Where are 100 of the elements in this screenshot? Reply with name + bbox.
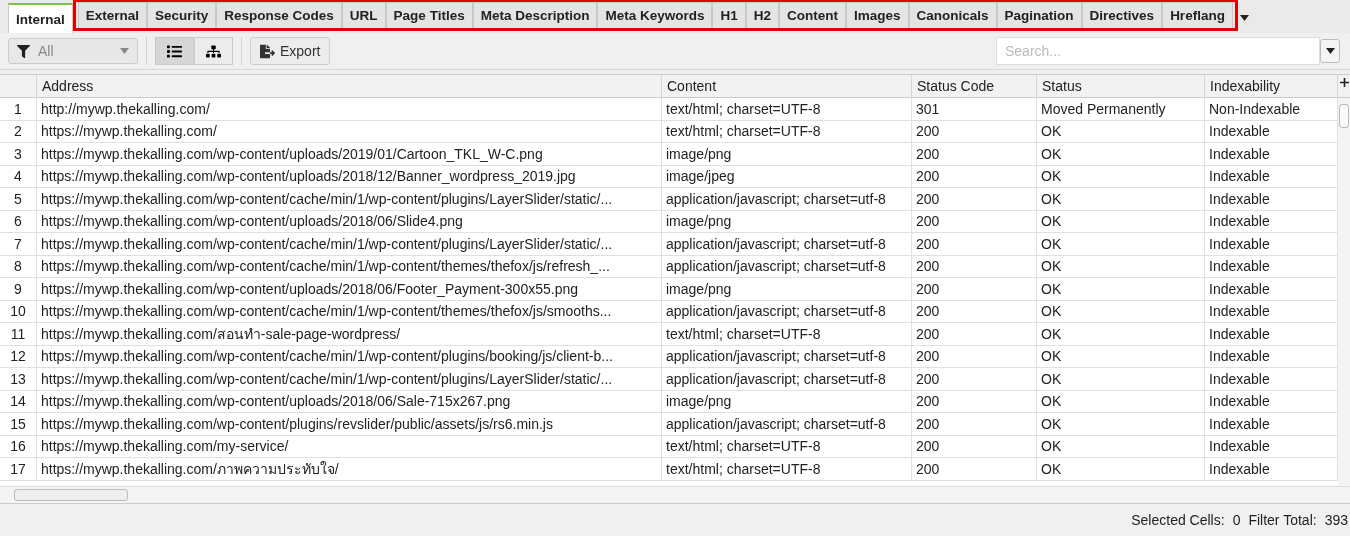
tab[interactable]: Security [147, 2, 217, 28]
search-field[interactable]: Search... [996, 37, 1320, 65]
table-cell: https://mywp.thekalling.com/ [37, 120, 662, 143]
table-cell: 200 [912, 458, 1037, 481]
row-number: 2 [0, 120, 37, 143]
table-cell: OK [1037, 278, 1205, 301]
column-header[interactable]: Status Code [912, 75, 1037, 98]
row-number: 9 [0, 278, 37, 301]
table-cell: OK [1037, 458, 1205, 481]
table-cell: image/png [662, 278, 912, 301]
table-cell: https://mywp.thekalling.com/wp-content/cache/min/1/wp-content/plugins/booking/js/client-b... [37, 345, 662, 368]
list-view-button[interactable] [155, 37, 194, 65]
sitemap-icon [206, 43, 221, 59]
table-cell: OK [1037, 368, 1205, 391]
table-cell: OK [1037, 345, 1205, 368]
filter-value: All [38, 43, 54, 59]
table-cell: https://mywp.thekalling.com/wp-content/cache/min/1/wp-content/themes/thefox/js/refresh_... [37, 255, 662, 278]
table-cell: https://mywp.thekalling.com/ภาพความประทับใจ/ [37, 458, 662, 481]
row-number: 11 [0, 323, 37, 346]
tree-view-button[interactable] [194, 37, 233, 65]
column-header[interactable]: Address [37, 75, 662, 98]
status-value: 0 [1232, 512, 1241, 528]
table-cell: 200 [912, 323, 1037, 346]
tab[interactable]: Directives [1081, 2, 1163, 28]
table-cell: image/png [662, 210, 912, 233]
table-cell: application/javascript; charset=utf-8 [662, 345, 912, 368]
tab[interactable]: Meta Keywords [597, 2, 713, 28]
table-cell: application/javascript; charset=utf-8 [662, 233, 912, 256]
table-cell: image/jpeg [662, 165, 912, 188]
table-cell: https://mywp.thekalling.com/wp-content/cache/min/1/wp-content/themes/thefox/js/smooths... [37, 300, 662, 323]
tab[interactable]: Content [779, 2, 846, 28]
row-number: 7 [0, 233, 37, 256]
table-cell: OK [1037, 120, 1205, 143]
search-dropdown-button[interactable] [1320, 39, 1340, 63]
tab[interactable]: Response Codes [216, 2, 342, 28]
table-cell: application/javascript; charset=utf-8 [662, 413, 912, 436]
table-cell: OK [1037, 210, 1205, 233]
table-cell: https://mywp.thekalling.com/wp-content/uploads/2019/01/Cartoon_TKL_W-C.png [37, 143, 662, 166]
tab[interactable]: Internal [8, 3, 73, 33]
table-cell: application/javascript; charset=utf-8 [662, 188, 912, 211]
export-button[interactable]: Export [250, 37, 331, 65]
table-cell: OK [1037, 413, 1205, 436]
table-cell: https://mywp.thekalling.com/wp-content/uploads/2018/06/Footer_Payment-300x55.png [37, 278, 662, 301]
tab[interactable]: Images [846, 2, 909, 28]
tab[interactable]: URL [341, 2, 386, 28]
table-cell: https://mywp.thekalling.com/wp-content/uploads/2018/12/Banner_wordpress_2019.jpg [37, 165, 662, 188]
table-cell: OK [1037, 255, 1205, 278]
tab[interactable]: External [77, 2, 148, 28]
column-header[interactable]: Indexability [1205, 75, 1338, 98]
filter-icon [17, 44, 30, 58]
horizontal-scrollbar[interactable] [0, 486, 1350, 503]
vertical-scrollbar[interactable] [1338, 98, 1350, 486]
table-cell: https://mywp.thekalling.com/wp-content/uploads/2018/06/Sale-715x267.png [37, 390, 662, 413]
row-number: 12 [0, 345, 37, 368]
table-cell: 301 [912, 98, 1037, 121]
tab-overflow-caret-icon[interactable] [1239, 15, 1249, 21]
table-cell: https://mywp.thekalling.com/wp-content/cache/min/1/wp-content/plugins/LayerSlider/static/... [37, 368, 662, 391]
row-number: 17 [0, 458, 37, 481]
tab[interactable]: Hreflang [1162, 2, 1233, 28]
row-number: 6 [0, 210, 37, 233]
table-cell: https://mywp.thekalling.com/wp-content/plugins/revslider/public/assets/js/rs6.min.js [37, 413, 662, 436]
tab[interactable]: Canonicals [908, 2, 997, 28]
table-cell: OK [1037, 300, 1205, 323]
table-cell: 200 [912, 345, 1037, 368]
table-cell: application/javascript; charset=utf-8 [662, 368, 912, 391]
table-cell: text/html; charset=UTF-8 [662, 120, 912, 143]
tab[interactable]: H1 [712, 2, 746, 28]
table-cell: 200 [912, 413, 1037, 436]
table-cell: application/javascript; charset=utf-8 [662, 300, 912, 323]
row-number: 3 [0, 143, 37, 166]
table-cell: https://mywp.thekalling.com/wp-content/cache/min/1/wp-content/plugins/LayerSlider/static/... [37, 233, 662, 256]
table-cell: 200 [912, 233, 1037, 256]
add-column-icon[interactable] [1339, 78, 1349, 87]
table-cell: OK [1037, 143, 1205, 166]
table-cell: text/html; charset=UTF-8 [662, 435, 912, 458]
tab[interactable]: Pagination [996, 2, 1082, 28]
list-icon [167, 43, 182, 59]
column-header[interactable]: Content [662, 75, 912, 98]
table-cell: https://mywp.thekalling.com/สอนทำ-sale-page-wordpress/ [37, 323, 662, 346]
status-value: 393 [1324, 512, 1348, 528]
column-header[interactable]: Status [1037, 75, 1205, 98]
table-cell: OK [1037, 165, 1205, 188]
table-cell: 200 [912, 165, 1037, 188]
table-cell: 200 [912, 255, 1037, 278]
table-cell: image/png [662, 390, 912, 413]
caret-icon[interactable] [1325, 48, 1335, 54]
tab[interactable]: H2 [745, 2, 779, 28]
table-cell: text/html; charset=UTF-8 [662, 323, 912, 346]
table-cell: 200 [912, 188, 1037, 211]
table-cell: OK [1037, 390, 1205, 413]
table-cell: image/png [662, 143, 912, 166]
table-cell: text/html; charset=UTF-8 [662, 98, 912, 121]
table-cell: 200 [912, 368, 1037, 391]
table-cell: 200 [912, 300, 1037, 323]
table-cell: OK [1037, 188, 1205, 211]
tab[interactable]: Meta Description [472, 2, 598, 28]
tab[interactable]: Page Titles [385, 2, 473, 28]
table-cell: 200 [912, 390, 1037, 413]
status-label: Selected Cells: [1131, 512, 1225, 528]
row-number: 8 [0, 255, 37, 278]
